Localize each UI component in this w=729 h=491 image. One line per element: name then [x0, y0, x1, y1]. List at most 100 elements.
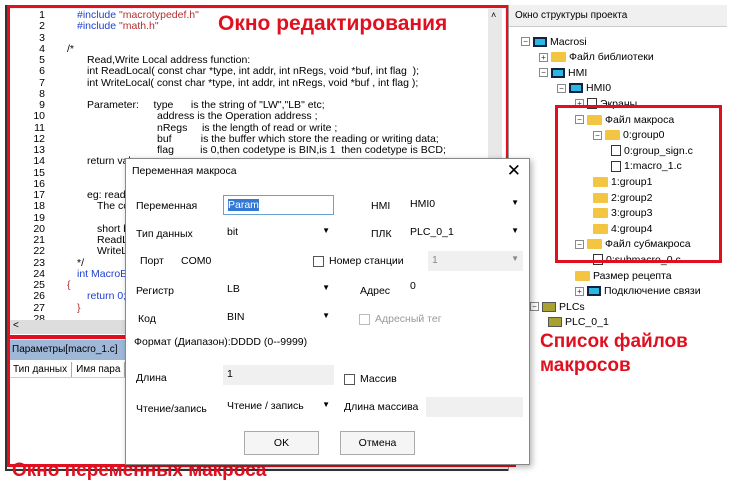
chevron-down-icon: ▼: [322, 226, 330, 235]
chevron-down-icon: ▼: [322, 311, 330, 320]
station-select: 1 ▼: [428, 251, 523, 271]
folder-icon: [587, 114, 602, 125]
code-line: /*: [67, 43, 74, 55]
tree-item[interactable]: 2:group2: [593, 191, 652, 204]
tree-item[interactable]: + Экраны: [575, 97, 637, 110]
monitor-icon: [551, 67, 565, 78]
collapse-icon[interactable]: −: [521, 37, 530, 46]
project-tree-panel: Окно структуры проекта − Macrosi + Файл биб…: [508, 5, 727, 471]
rw-select[interactable]: Чтение / запись ▼: [223, 397, 334, 417]
line-number: 26: [33, 290, 45, 303]
tree-item[interactable]: − 0:group0: [593, 129, 664, 142]
folder-icon: [551, 52, 566, 63]
code-text: {: [67, 279, 71, 291]
code-line: buf is the buffer which store the readin…: [157, 133, 439, 145]
code-value: BIN: [227, 311, 245, 323]
tree-item[interactable]: − HMI0: [557, 82, 611, 95]
line-number: 3: [39, 31, 45, 44]
plc-label: ПЛК: [371, 228, 392, 240]
collapse-icon[interactable]: −: [575, 239, 584, 249]
column-header[interactable]: Тип данных: [9, 362, 73, 377]
line-number: 13: [33, 144, 45, 156]
tree-item[interactable]: 1:group1: [593, 175, 652, 188]
column-header[interactable]: Имя пара: [72, 362, 126, 377]
checkbox-box[interactable]: [344, 373, 355, 385]
array-label: Массив: [360, 373, 397, 385]
tree-item[interactable]: − Macrosi: [521, 35, 587, 48]
collapse-icon[interactable]: −: [530, 302, 539, 312]
collapse-icon[interactable]: −: [539, 68, 548, 78]
register-label: Регистр: [136, 285, 174, 297]
expand-icon[interactable]: +: [539, 52, 548, 62]
collapse-icon[interactable]: −: [557, 83, 566, 93]
hmi-select[interactable]: HMI0 ▼: [406, 195, 523, 215]
tree-item[interactable]: + Файл библиотеки: [539, 51, 654, 64]
array-length-label: Длина массива: [344, 401, 419, 413]
checkbox-box[interactable]: [313, 255, 324, 267]
address-tag-label: Адресный тег: [375, 313, 442, 325]
line-number: 22: [33, 245, 45, 258]
folder-icon: [575, 270, 590, 281]
station-checkbox[interactable]: Номер станции: [313, 255, 404, 267]
tree-item[interactable]: PLC_0_1: [548, 316, 609, 329]
array-checkbox[interactable]: Массив: [344, 373, 397, 385]
chevron-down-icon: ▼: [322, 400, 330, 409]
code-line: return 0;: [87, 290, 126, 302]
tree-item-label: PLC_0_1: [565, 316, 609, 329]
tree-item[interactable]: − Файл субмакроса: [575, 238, 691, 251]
expand-icon[interactable]: +: [575, 99, 584, 109]
line-number: 7: [39, 76, 45, 89]
code-line: }: [77, 302, 81, 314]
file-icon: [593, 254, 603, 266]
code-text: }: [77, 301, 81, 314]
port-label: Порт: [140, 255, 164, 267]
tree-item[interactable]: 4:group4: [593, 222, 652, 235]
tree-item[interactable]: − HMI: [539, 66, 587, 79]
line-number: 6: [39, 65, 45, 78]
register-select[interactable]: LB ▼: [223, 280, 334, 300]
code-text: #include: [77, 20, 120, 33]
line-number: 8: [39, 87, 45, 100]
code-text: */: [77, 256, 85, 269]
tree-item-label: Экраны: [600, 97, 638, 110]
code-select[interactable]: BIN ▼: [223, 308, 334, 328]
code-string: "math.h": [119, 20, 159, 33]
variable-input[interactable]: Param: [223, 195, 334, 215]
plc-select[interactable]: PLC_0_1 ▼: [406, 223, 523, 243]
tree-item[interactable]: 3:group3: [593, 207, 652, 220]
tree-item[interactable]: 1:macro_1.c: [611, 160, 682, 173]
address-input[interactable]: 0: [406, 277, 523, 297]
tree-item[interactable]: − PLCs: [530, 300, 585, 313]
scroll-up-icon[interactable]: ˄: [491, 10, 496, 20]
hmi-label: HMI: [371, 200, 391, 212]
code-text: return 0;: [87, 290, 127, 303]
tree-item[interactable]: + Подключение связи: [575, 285, 701, 298]
annotation-edit-window: Окно редактирования: [218, 12, 448, 35]
tree-item-label: 0:submacro_0.c: [606, 253, 681, 266]
line-number: 16: [33, 177, 45, 190]
datatype-select[interactable]: bit ▼: [223, 223, 334, 243]
format-text: Формат (Диапазон):DDDD (0--9999): [134, 336, 308, 348]
cancel-button[interactable]: Отмена: [340, 431, 415, 455]
scroll-left-icon[interactable]: <: [13, 320, 19, 331]
tree-item-label: Файл библиотеки: [569, 51, 654, 64]
chevron-down-icon: ▼: [322, 283, 330, 292]
tree-item[interactable]: 0:submacro_0.c: [593, 253, 681, 266]
code-line: int ReadLocal( const char *type, int add…: [87, 65, 419, 77]
close-icon[interactable]: ✕: [507, 161, 521, 181]
code-line: {: [67, 279, 71, 291]
collapse-icon[interactable]: −: [593, 130, 602, 140]
tree-item-label: Macrosi: [550, 35, 587, 48]
macro-variable-dialog: Переменная макроса ✕ Переменная Param HM…: [125, 158, 530, 465]
tree-item[interactable]: Размер рецепта: [575, 269, 672, 282]
expand-icon[interactable]: +: [575, 286, 584, 296]
tree-item[interactable]: − Файл макроса: [575, 113, 674, 126]
collapse-icon[interactable]: −: [575, 115, 584, 124]
code-line: address is the Operation address ;: [157, 110, 318, 122]
ok-button[interactable]: OK: [244, 431, 319, 455]
tree-item-label: PLCs: [559, 300, 585, 313]
tree-item[interactable]: 0:group_sign.c: [611, 144, 693, 157]
line-number: 24: [33, 267, 45, 280]
file-icon: [611, 145, 621, 157]
line-number: 19: [33, 211, 45, 224]
